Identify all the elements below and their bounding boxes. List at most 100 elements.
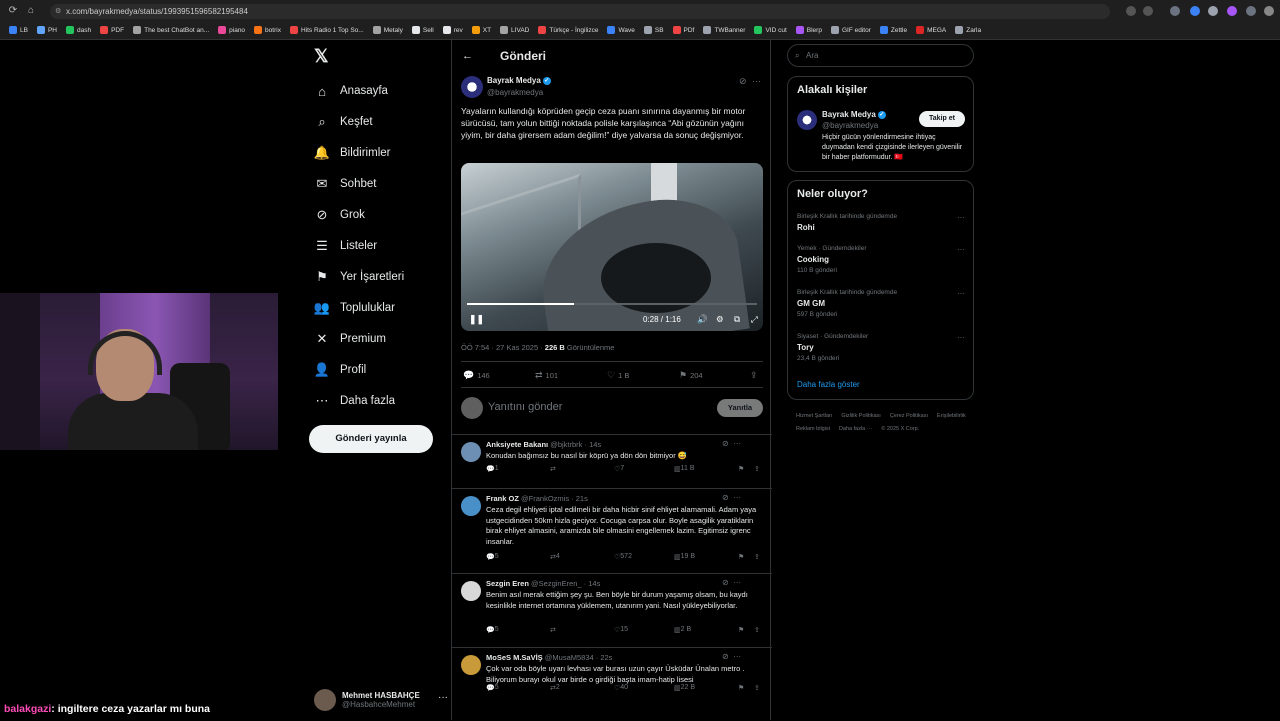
heart-icon[interactable]: ♡ 15 — [614, 626, 628, 634]
bookmark-item[interactable]: Zettle — [879, 26, 907, 34]
bookmark-icon[interactable]: ⚑ — [738, 684, 744, 692]
trend-item[interactable]: Yemek · Gündemdekiler Cooking 110 B gönder… — [797, 245, 967, 274]
nav-item-topluluklar[interactable]: 👥 Topluluklar — [314, 297, 395, 319]
picture-in-picture-icon[interactable]: ⧉ — [734, 314, 740, 325]
share-icon[interactable]: ⇪ — [754, 684, 760, 692]
reply-handle[interactable]: @FrankOzmis · 21s — [521, 494, 588, 503]
extension-icon[interactable] — [1208, 6, 1218, 16]
avatar[interactable] — [461, 442, 481, 462]
volume-icon[interactable]: 🔊 — [697, 314, 708, 325]
bookmark-item[interactable]: PDf — [672, 26, 694, 34]
grok-icon[interactable]: ⊘ ··· — [722, 493, 741, 502]
grok-icon[interactable]: ⊘ — [739, 76, 747, 87]
footer-link[interactable]: Gizlilik Politikası — [841, 410, 880, 423]
reply-item[interactable]: MoSeS M.SaVİŞ @MusaM5834 · 22s ⊘ ··· Çok v… — [452, 647, 772, 721]
bookmark-icon[interactable]: ⚑ — [738, 465, 744, 473]
bookmark-item[interactable]: VID cut — [754, 26, 787, 34]
bookmark-icon[interactable]: ⚑ — [738, 626, 744, 634]
bookmark-item[interactable]: rev — [442, 26, 463, 34]
x-logo-icon[interactable]: 𝕏 — [314, 46, 329, 67]
share-icon[interactable]: ⇪ — [754, 553, 760, 561]
bookmark-item[interactable]: PDF — [100, 26, 124, 34]
nav-item-yer-i-şaretleri[interactable]: ⚑ Yer İşaretleri — [314, 266, 404, 288]
pause-icon[interactable]: ❚❚ — [469, 314, 484, 325]
footer-link[interactable]: Erişilebilirlik — [937, 410, 966, 423]
nav-item-profil[interactable]: 👤 Profil — [314, 359, 366, 381]
grok-icon[interactable]: ⊘ ··· — [722, 439, 741, 448]
reply-item[interactable]: Anksiyete Bakanı @bjktrbrk · 14s ⊘ ··· Kon… — [452, 434, 772, 488]
video-progress-bar[interactable] — [467, 303, 757, 305]
more-dots-icon[interactable]: ··· — [957, 289, 965, 298]
nav-item-listeler[interactable]: ☰ Listeler — [314, 235, 377, 257]
bookmark-item[interactable]: SB — [643, 26, 664, 34]
person-name[interactable]: Bayrak Medya ✓ — [822, 110, 886, 119]
reply-icon[interactable]: 💬 1 — [486, 465, 499, 473]
bookmark-item[interactable]: GIF editor — [830, 26, 871, 34]
bookmark-action[interactable]: ⚑ 204 — [679, 370, 703, 381]
bookmark-icon[interactable]: ⚑ — [738, 553, 744, 561]
bookmark-item[interactable]: Blerp — [795, 26, 822, 34]
bookmark-item[interactable]: Hits Radio 1 Top So... — [289, 26, 364, 34]
video-player[interactable]: ❚❚ 0:28 / 1:16 🔊 ⚙ ⧉ ⤢ — [461, 163, 763, 331]
more-dots-icon[interactable]: ··· — [957, 213, 965, 222]
more-dots-icon[interactable]: ··· — [957, 245, 965, 254]
like-action[interactable]: ♡ 1 B — [607, 370, 629, 381]
search-input[interactable]: ⌕ Ara — [787, 44, 974, 67]
bookmark-item[interactable]: piano — [218, 26, 245, 34]
avatar[interactable] — [461, 581, 481, 601]
more-dots-icon[interactable]: ··· — [438, 692, 448, 703]
bookmark-item[interactable]: Zarla — [955, 26, 981, 34]
reply-icon[interactable]: 💬 5 — [486, 684, 499, 692]
author-avatar[interactable] — [461, 76, 483, 98]
reply-handle[interactable]: @MusaM5834 · 22s — [545, 653, 613, 662]
profile-avatar-icon[interactable] — [1264, 6, 1274, 16]
views-icon[interactable]: ▥ 11 B — [674, 465, 695, 473]
extension-icon[interactable] — [1227, 6, 1237, 16]
reply-handle[interactable]: @SezginEren_ · 14s — [531, 579, 600, 588]
heart-icon[interactable]: ♡ 572 — [614, 553, 632, 561]
repost-icon[interactable]: ⇄ — [550, 465, 556, 473]
trend-item[interactable]: Birleşik Krallık tarihinde gündemde Rohi ·… — [797, 213, 967, 232]
nav-item-daha-fazla[interactable]: ⋯ Daha fazla — [314, 390, 395, 412]
bookmark-item[interactable]: LIVAD — [500, 26, 529, 34]
bookmark-item[interactable]: The best ChatBot an... — [133, 26, 209, 34]
views-icon[interactable]: ▥ 19 B — [674, 553, 695, 561]
repost-icon[interactable]: ⇄ 2 — [550, 684, 560, 692]
avatar[interactable] — [461, 655, 481, 675]
nav-item-grok[interactable]: ⊘ Grok — [314, 204, 365, 226]
bookmark-item[interactable]: Metaly — [372, 26, 403, 34]
person-handle[interactable]: @bayrakmedya — [822, 121, 878, 130]
bookmark-item[interactable]: TWBanner — [703, 26, 745, 34]
settings-gear-icon[interactable]: ⚙ — [716, 314, 724, 325]
author-name[interactable]: Bayrak Medya ✓ — [487, 76, 551, 85]
footer-link[interactable]: Reklam bilgisi — [796, 423, 830, 436]
site-info-icon[interactable]: ⚙ — [55, 4, 61, 19]
home-button-icon[interactable]: ⌂ — [24, 4, 38, 18]
reload-icon[interactable]: ⟳ — [6, 4, 20, 18]
reply-input[interactable]: Yanıtını gönder — [488, 401, 562, 413]
post-button[interactable]: Gönderi yayınla — [309, 425, 433, 453]
reply-author[interactable]: Sezgin Eren — [486, 579, 529, 588]
address-bar[interactable]: ⚙ x.com/bayrakmedya/status/19939515965821… — [50, 4, 1110, 19]
follow-button[interactable]: Takip et — [919, 111, 965, 127]
nav-item-bildirimler[interactable]: 🔔 Bildirimler — [314, 142, 391, 164]
bookmark-item[interactable]: LB — [9, 26, 28, 34]
trend-item[interactable]: Birleşik Krallık tarihinde gündemde GM GM… — [797, 289, 967, 318]
more-dots-icon[interactable]: ··· — [957, 333, 965, 342]
extension-icon[interactable] — [1126, 6, 1136, 16]
account-switcher[interactable]: Mehmet HASBAHÇE @HasbahceMehmet ··· — [314, 688, 454, 712]
nav-item-anasayfa[interactable]: ⌂ Anasayfa — [314, 80, 388, 102]
repost-action[interactable]: ⇄ 101 — [535, 370, 558, 381]
show-more-link[interactable]: Daha fazla göster — [797, 380, 860, 389]
fullscreen-icon[interactable]: ⤢ — [751, 314, 758, 325]
heart-icon[interactable]: ♡ 40 — [614, 684, 628, 692]
reply-icon[interactable]: 💬 5 — [486, 626, 499, 634]
nav-item-premium[interactable]: ✕ Premium — [314, 328, 386, 350]
reply-handle[interactable]: @bjktrbrk · 14s — [550, 440, 601, 449]
bookmark-item[interactable]: XT — [471, 26, 491, 34]
reply-button[interactable]: Yanıtla — [717, 399, 763, 417]
reply-author[interactable]: Anksiyete Bakanı — [486, 440, 548, 449]
repost-icon[interactable]: ⇄ — [550, 626, 556, 634]
grok-icon[interactable]: ⊘ ··· — [722, 652, 741, 661]
views-icon[interactable]: ▥ 22 B — [674, 684, 695, 692]
